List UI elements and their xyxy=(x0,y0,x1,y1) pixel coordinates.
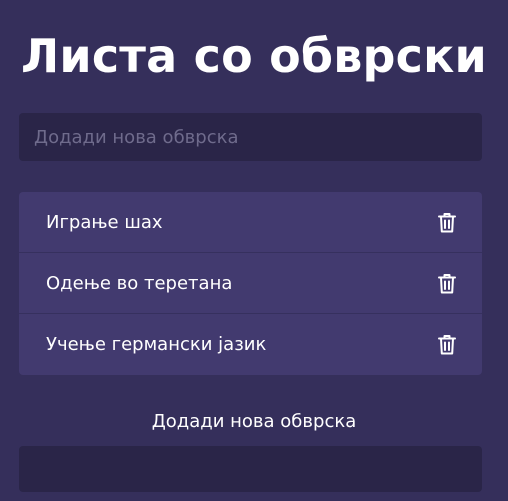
add-todo-input[interactable] xyxy=(19,446,482,492)
todo-item: Одење во теретана xyxy=(19,253,482,314)
todo-list: Играње шах Одење во теретана Учење герма… xyxy=(19,192,482,375)
todo-item: Учење германски јазик xyxy=(19,314,482,375)
add-todo-label: Додади нова обврска xyxy=(151,411,357,432)
search-input[interactable] xyxy=(19,113,482,161)
todo-item-text: Учење германски јазик xyxy=(46,334,267,355)
trash-icon[interactable] xyxy=(437,334,457,356)
trash-icon[interactable] xyxy=(437,272,457,294)
page-title: Листа со обврски xyxy=(21,29,487,83)
todo-item-text: Играње шах xyxy=(46,211,163,233)
trash-icon[interactable] xyxy=(437,211,457,233)
todo-item: Играње шах xyxy=(19,192,482,253)
todo-item-text: Одење во теретана xyxy=(46,272,233,294)
